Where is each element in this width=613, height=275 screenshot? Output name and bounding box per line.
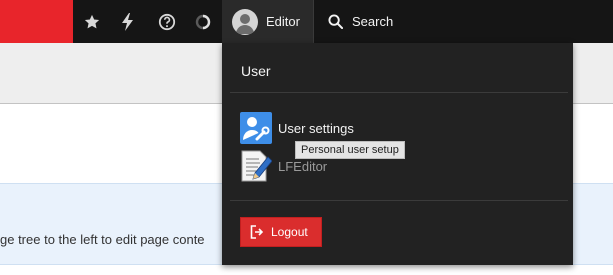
logout-button[interactable]: Logout (240, 217, 322, 247)
menu-item-label: LFEditor (278, 158, 328, 174)
menu-item-label: User settings (278, 120, 354, 136)
file-edit-icon (240, 150, 273, 182)
search-button[interactable]: Search (314, 0, 393, 43)
search-label: Search (352, 14, 394, 29)
tooltip: Personal user setup (295, 141, 405, 159)
avatar (232, 8, 258, 35)
help-icon[interactable] (150, 0, 184, 43)
dropdown-divider (230, 200, 568, 201)
dropdown-divider (230, 92, 568, 93)
star-icon[interactable] (75, 0, 109, 43)
lightning-icon[interactable] (111, 0, 145, 43)
user-menu-button[interactable]: Editor (222, 0, 313, 43)
logout-icon (250, 225, 264, 239)
logout-label: Logout (271, 225, 308, 239)
user-settings-icon (240, 112, 272, 144)
dropdown-title: User (241, 63, 271, 79)
search-icon (328, 14, 343, 29)
callout-text: ge tree to the left to edit page conte (0, 232, 205, 247)
menu-item-user-settings[interactable]: User settings (240, 112, 490, 144)
brand-strip (0, 0, 73, 43)
topbar: Search (73, 0, 613, 43)
user-name-label: Editor (266, 14, 300, 29)
spinner-icon[interactable] (186, 0, 220, 43)
